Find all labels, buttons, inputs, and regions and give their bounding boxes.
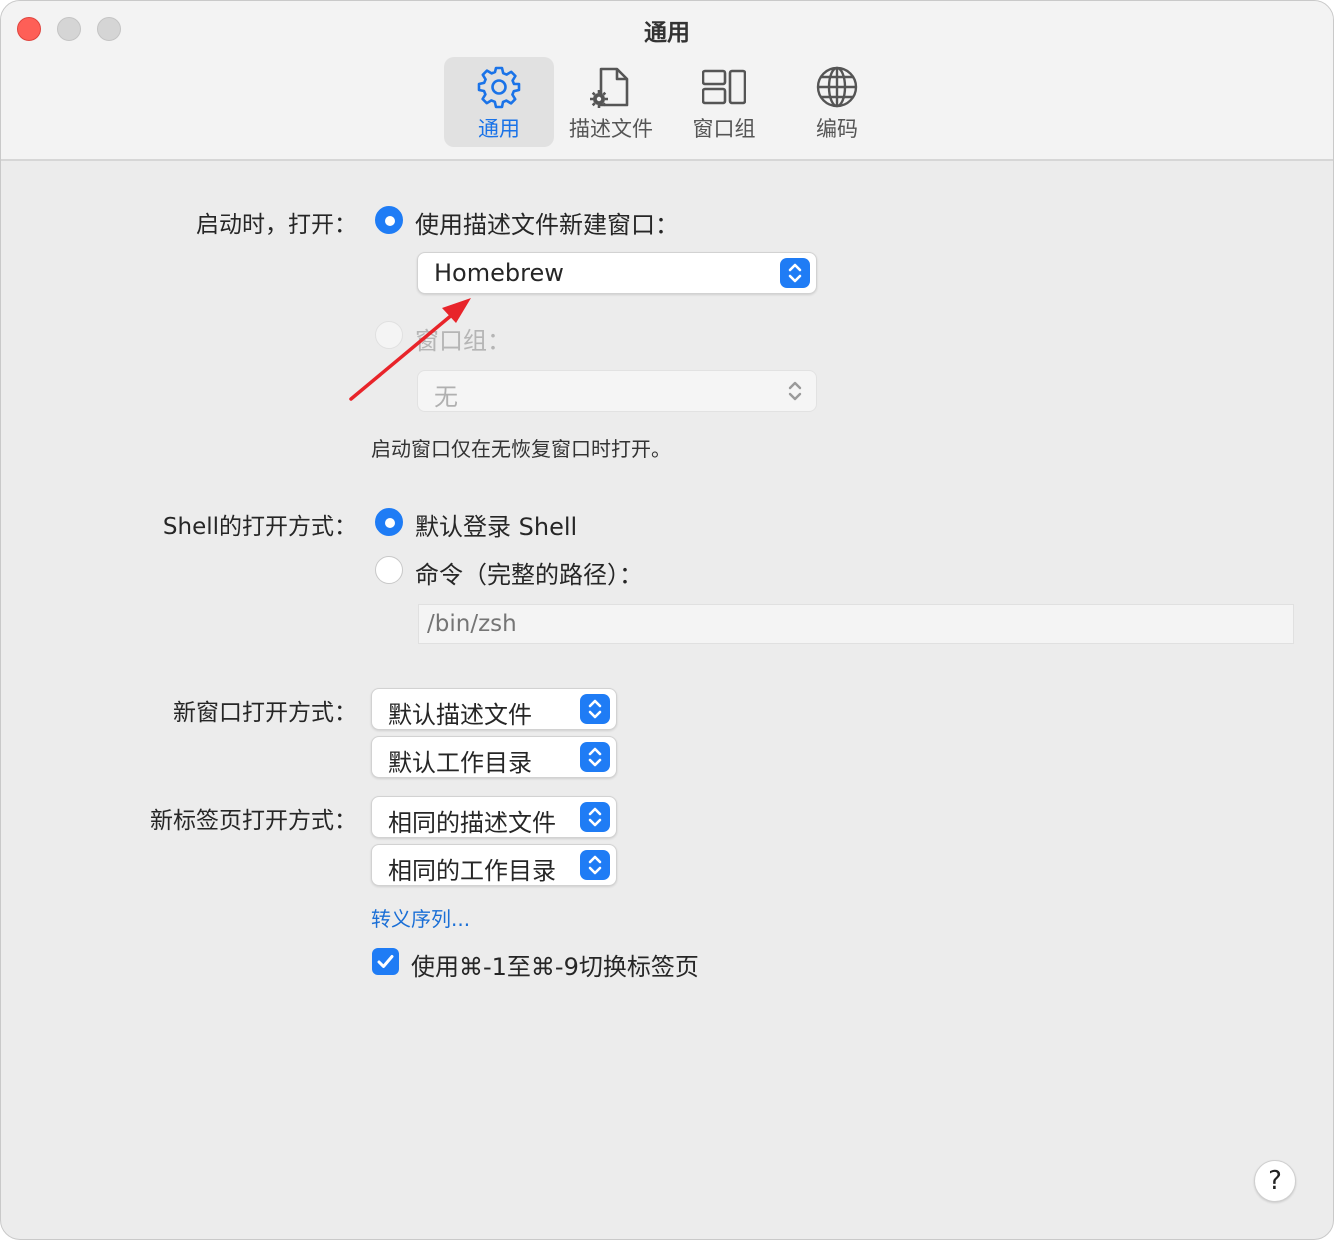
shell-default-radio[interactable] [375, 508, 403, 536]
shell-command-field[interactable] [418, 604, 1294, 644]
shell-command-input[interactable] [419, 605, 1293, 643]
tab-encodings-label: 编码 [816, 117, 858, 141]
new-window-profile-popup[interactable]: 默认描述文件 [371, 688, 617, 730]
tab-window-groups[interactable]: 窗口组 [669, 57, 779, 147]
new-tab-profile-value: 相同的描述文件 [388, 809, 556, 837]
tab-profiles[interactable]: 描述文件 [556, 57, 666, 147]
startup-profile-value: Homebrew [434, 259, 564, 287]
tab-encodings[interactable]: 编码 [782, 57, 892, 147]
popup-stepper-icon [580, 802, 610, 832]
popup-stepper-icon [780, 258, 810, 288]
new-window-directory-value: 默认工作目录 [388, 749, 532, 777]
startup-group-option: 窗口组： [415, 327, 511, 355]
gear-icon [477, 66, 521, 109]
shell-command-radio[interactable] [375, 556, 403, 584]
popup-stepper-icon [580, 850, 610, 880]
startup-profile-option: 使用描述文件新建窗口： [415, 211, 679, 239]
window-title: 通用 [644, 20, 690, 46]
profile-document-icon [590, 67, 629, 108]
popup-stepper-icon [580, 694, 610, 724]
terminal-preferences-window: 通用 通用 描述文件 窗口组 编码 启动时，打开： 使用描述文件新建窗口： Ho… [0, 0, 1334, 1240]
checkmark-icon [377, 955, 394, 968]
new-window-label: 新窗口打开方式： [173, 700, 357, 726]
new-window-profile-value: 默认描述文件 [388, 701, 532, 729]
globe-icon [816, 66, 858, 108]
titlebar: 通用 通用 描述文件 窗口组 编码 [1, 1, 1333, 161]
startup-note: 启动窗口仅在无恢复窗口时打开。 [371, 437, 671, 461]
startup-profile-radio[interactable] [375, 206, 403, 234]
window-group-icon [702, 69, 746, 105]
escape-sequences-link[interactable]: 转义序列... [371, 903, 470, 932]
shell-command-option: 命令（完整的路径）： [415, 561, 643, 589]
tab-profiles-label: 描述文件 [569, 117, 653, 141]
tab-general[interactable]: 通用 [444, 57, 554, 147]
shell-default-option: 默认登录 Shell [415, 513, 578, 541]
shell-label: Shell的打开方式： [162, 514, 357, 540]
tab-switch-label: 使用⌘-1至⌘-9切换标签页 [411, 953, 699, 981]
new-tab-directory-popup[interactable]: 相同的工作目录 [371, 844, 617, 886]
new-tab-profile-popup[interactable]: 相同的描述文件 [371, 796, 617, 838]
tab-switch-checkbox[interactable] [372, 948, 399, 975]
startup-profile-popup[interactable]: Homebrew [417, 252, 817, 294]
new-window-directory-popup[interactable]: 默认工作目录 [371, 736, 617, 778]
popup-stepper-icon [580, 742, 610, 772]
tab-window-groups-label: 窗口组 [692, 117, 756, 141]
startup-group-popup[interactable]: 无 [417, 370, 817, 412]
new-tab-directory-value: 相同的工作目录 [388, 857, 556, 885]
startup-group-radio[interactable] [375, 321, 403, 349]
startup-label: 启动时，打开： [196, 212, 357, 238]
new-tab-label: 新标签页打开方式： [150, 808, 357, 834]
help-button[interactable]: ? [1254, 1160, 1296, 1202]
popup-stepper-icon [780, 376, 810, 406]
startup-group-value: 无 [434, 383, 458, 411]
tab-general-label: 通用 [478, 117, 520, 141]
